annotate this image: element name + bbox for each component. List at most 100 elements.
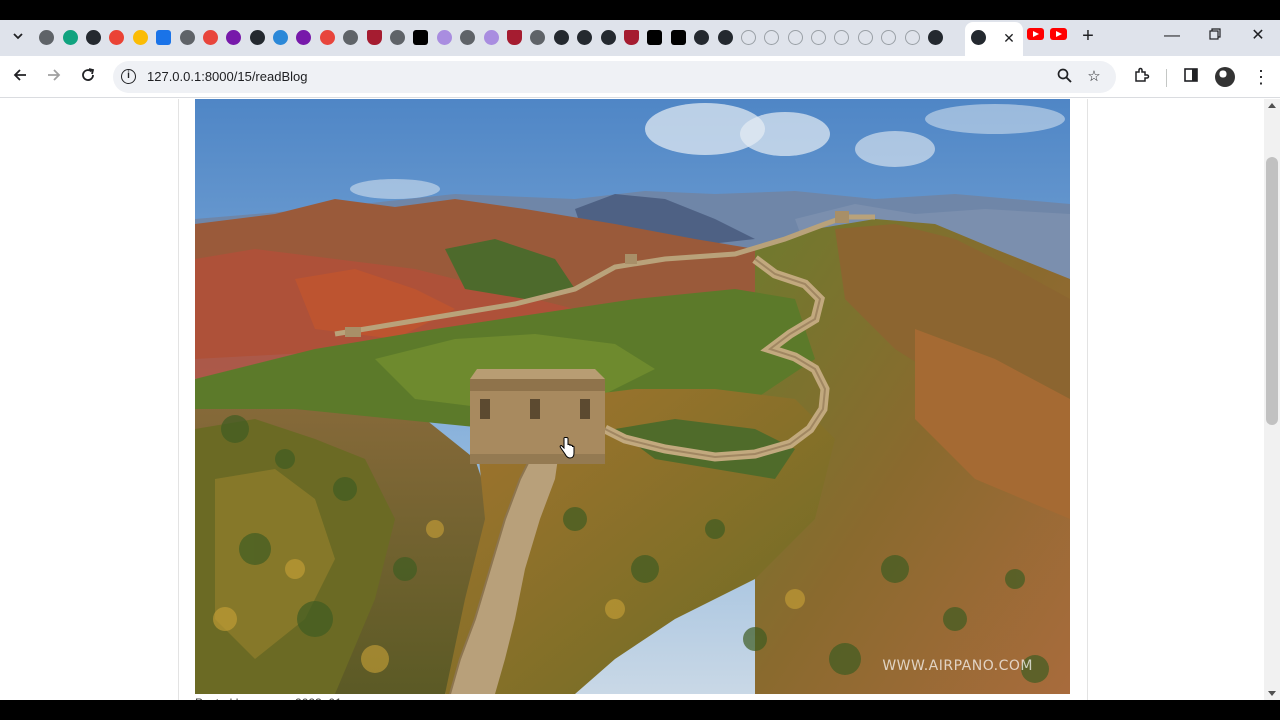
tab-search-button[interactable]	[7, 25, 29, 47]
magnifier-icon	[1057, 68, 1072, 83]
ring-icon	[787, 29, 803, 45]
tab[interactable]	[456, 26, 479, 48]
chrome-icon	[39, 29, 55, 45]
youtube-icon[interactable]	[1050, 28, 1067, 40]
tab[interactable]	[667, 26, 690, 48]
address-bar[interactable]: i 127.0.0.1:8000/15/readBlog ☆	[113, 61, 1116, 93]
tab[interactable]	[479, 26, 502, 48]
ring-icon	[764, 29, 780, 45]
tab[interactable]	[152, 26, 175, 48]
close-window-button[interactable]: ✕	[1248, 26, 1268, 46]
tab[interactable]	[596, 26, 619, 48]
tab[interactable]	[35, 26, 58, 48]
ring-icon	[834, 29, 850, 45]
w-icon	[319, 29, 335, 45]
tab[interactable]	[573, 26, 596, 48]
tab[interactable]	[643, 26, 666, 48]
new-tab-button[interactable]: +	[1078, 26, 1098, 46]
bookmark-star-icon[interactable]: ☆	[1085, 68, 1103, 86]
tab[interactable]	[222, 26, 245, 48]
more-menu-icon[interactable]: ⋮	[1252, 66, 1270, 88]
reload-button[interactable]	[77, 66, 99, 88]
tab-active[interactable]: ✕	[965, 22, 1023, 56]
tab[interactable]	[550, 26, 573, 48]
page-scrollbar[interactable]	[1264, 99, 1280, 700]
tab[interactable]	[82, 26, 105, 48]
arrow-right-icon	[48, 69, 61, 81]
extensions-button[interactable]	[1131, 66, 1153, 88]
toolbar-separator	[0, 97, 1280, 98]
github-icon	[694, 29, 710, 45]
scroll-down-arrow-icon[interactable]	[1268, 691, 1276, 696]
tab-list	[35, 26, 947, 48]
ring-icon	[857, 29, 873, 45]
tab[interactable]	[269, 26, 292, 48]
tab[interactable]	[339, 26, 362, 48]
onenote-icon	[296, 29, 312, 45]
back-button[interactable]	[9, 66, 31, 88]
tab[interactable]	[175, 26, 198, 48]
side-panel-button[interactable]	[1180, 66, 1202, 88]
site-info-icon[interactable]: i	[121, 69, 136, 84]
image-watermark: WWW.AIRPANO.COM	[882, 658, 1033, 674]
tab[interactable]	[900, 26, 923, 48]
tab[interactable]	[246, 26, 269, 48]
tab[interactable]	[713, 26, 736, 48]
flower-icon	[436, 29, 452, 45]
ring-icon	[904, 29, 920, 45]
side-panel-icon	[1184, 68, 1198, 82]
youtube-icon[interactable]	[1027, 28, 1044, 40]
tab[interactable]	[503, 26, 526, 48]
tab[interactable]	[737, 26, 760, 48]
tab[interactable]	[199, 26, 222, 48]
restore-button[interactable]	[1205, 26, 1225, 46]
toolbar-divider	[1166, 69, 1167, 87]
x-icon	[647, 29, 663, 45]
great-wall-photo	[195, 99, 1070, 694]
tab-strip: ✕ + — ✕	[0, 20, 1280, 56]
hand-cursor-icon	[559, 437, 575, 459]
gear-icon	[156, 29, 172, 45]
flower-icon	[483, 29, 499, 45]
x-icon	[670, 29, 686, 45]
profile-avatar[interactable]	[1215, 67, 1235, 87]
tab[interactable]	[292, 26, 315, 48]
tab[interactable]	[854, 26, 877, 48]
tab[interactable]	[316, 26, 339, 48]
tab[interactable]	[924, 26, 947, 48]
chatgpt-icon	[62, 29, 78, 45]
ring-icon	[740, 29, 756, 45]
scroll-up-arrow-icon[interactable]	[1268, 103, 1276, 108]
blog-image: WWW.AIRPANO.COM	[195, 99, 1070, 694]
tab[interactable]	[526, 26, 549, 48]
github-icon	[971, 30, 986, 45]
tab[interactable]	[105, 26, 128, 48]
tab[interactable]	[690, 26, 713, 48]
tab[interactable]	[760, 26, 783, 48]
tab[interactable]	[386, 26, 409, 48]
forward-button[interactable]	[43, 66, 65, 88]
tab[interactable]	[830, 26, 853, 48]
browser-window: ✕ + — ✕ i 127.0.0.1:8000/15/readBlog ☆ ⋮…	[0, 0, 1280, 720]
tab[interactable]	[362, 26, 385, 48]
tab[interactable]	[58, 26, 81, 48]
tab[interactable]	[620, 26, 643, 48]
tab[interactable]	[433, 26, 456, 48]
colorful-icon	[132, 29, 148, 45]
address-url[interactable]: 127.0.0.1:8000/15/readBlog	[147, 69, 307, 84]
tab[interactable]	[129, 26, 152, 48]
tab[interactable]	[807, 26, 830, 48]
close-tab-icon[interactable]: ✕	[1001, 30, 1017, 46]
tab[interactable]	[409, 26, 432, 48]
tab[interactable]	[784, 26, 807, 48]
github-icon	[717, 29, 733, 45]
zoom-icon[interactable]	[1055, 68, 1073, 86]
browser-toolbar: i 127.0.0.1:8000/15/readBlog ☆ ⋮	[0, 56, 1280, 98]
scrollbar-thumb[interactable]	[1266, 157, 1278, 425]
reload-icon	[82, 68, 95, 81]
tab[interactable]	[877, 26, 900, 48]
ring-icon	[881, 29, 897, 45]
globe-icon	[179, 29, 195, 45]
minimize-button[interactable]: —	[1162, 26, 1182, 46]
top-black-bar	[0, 0, 1280, 20]
